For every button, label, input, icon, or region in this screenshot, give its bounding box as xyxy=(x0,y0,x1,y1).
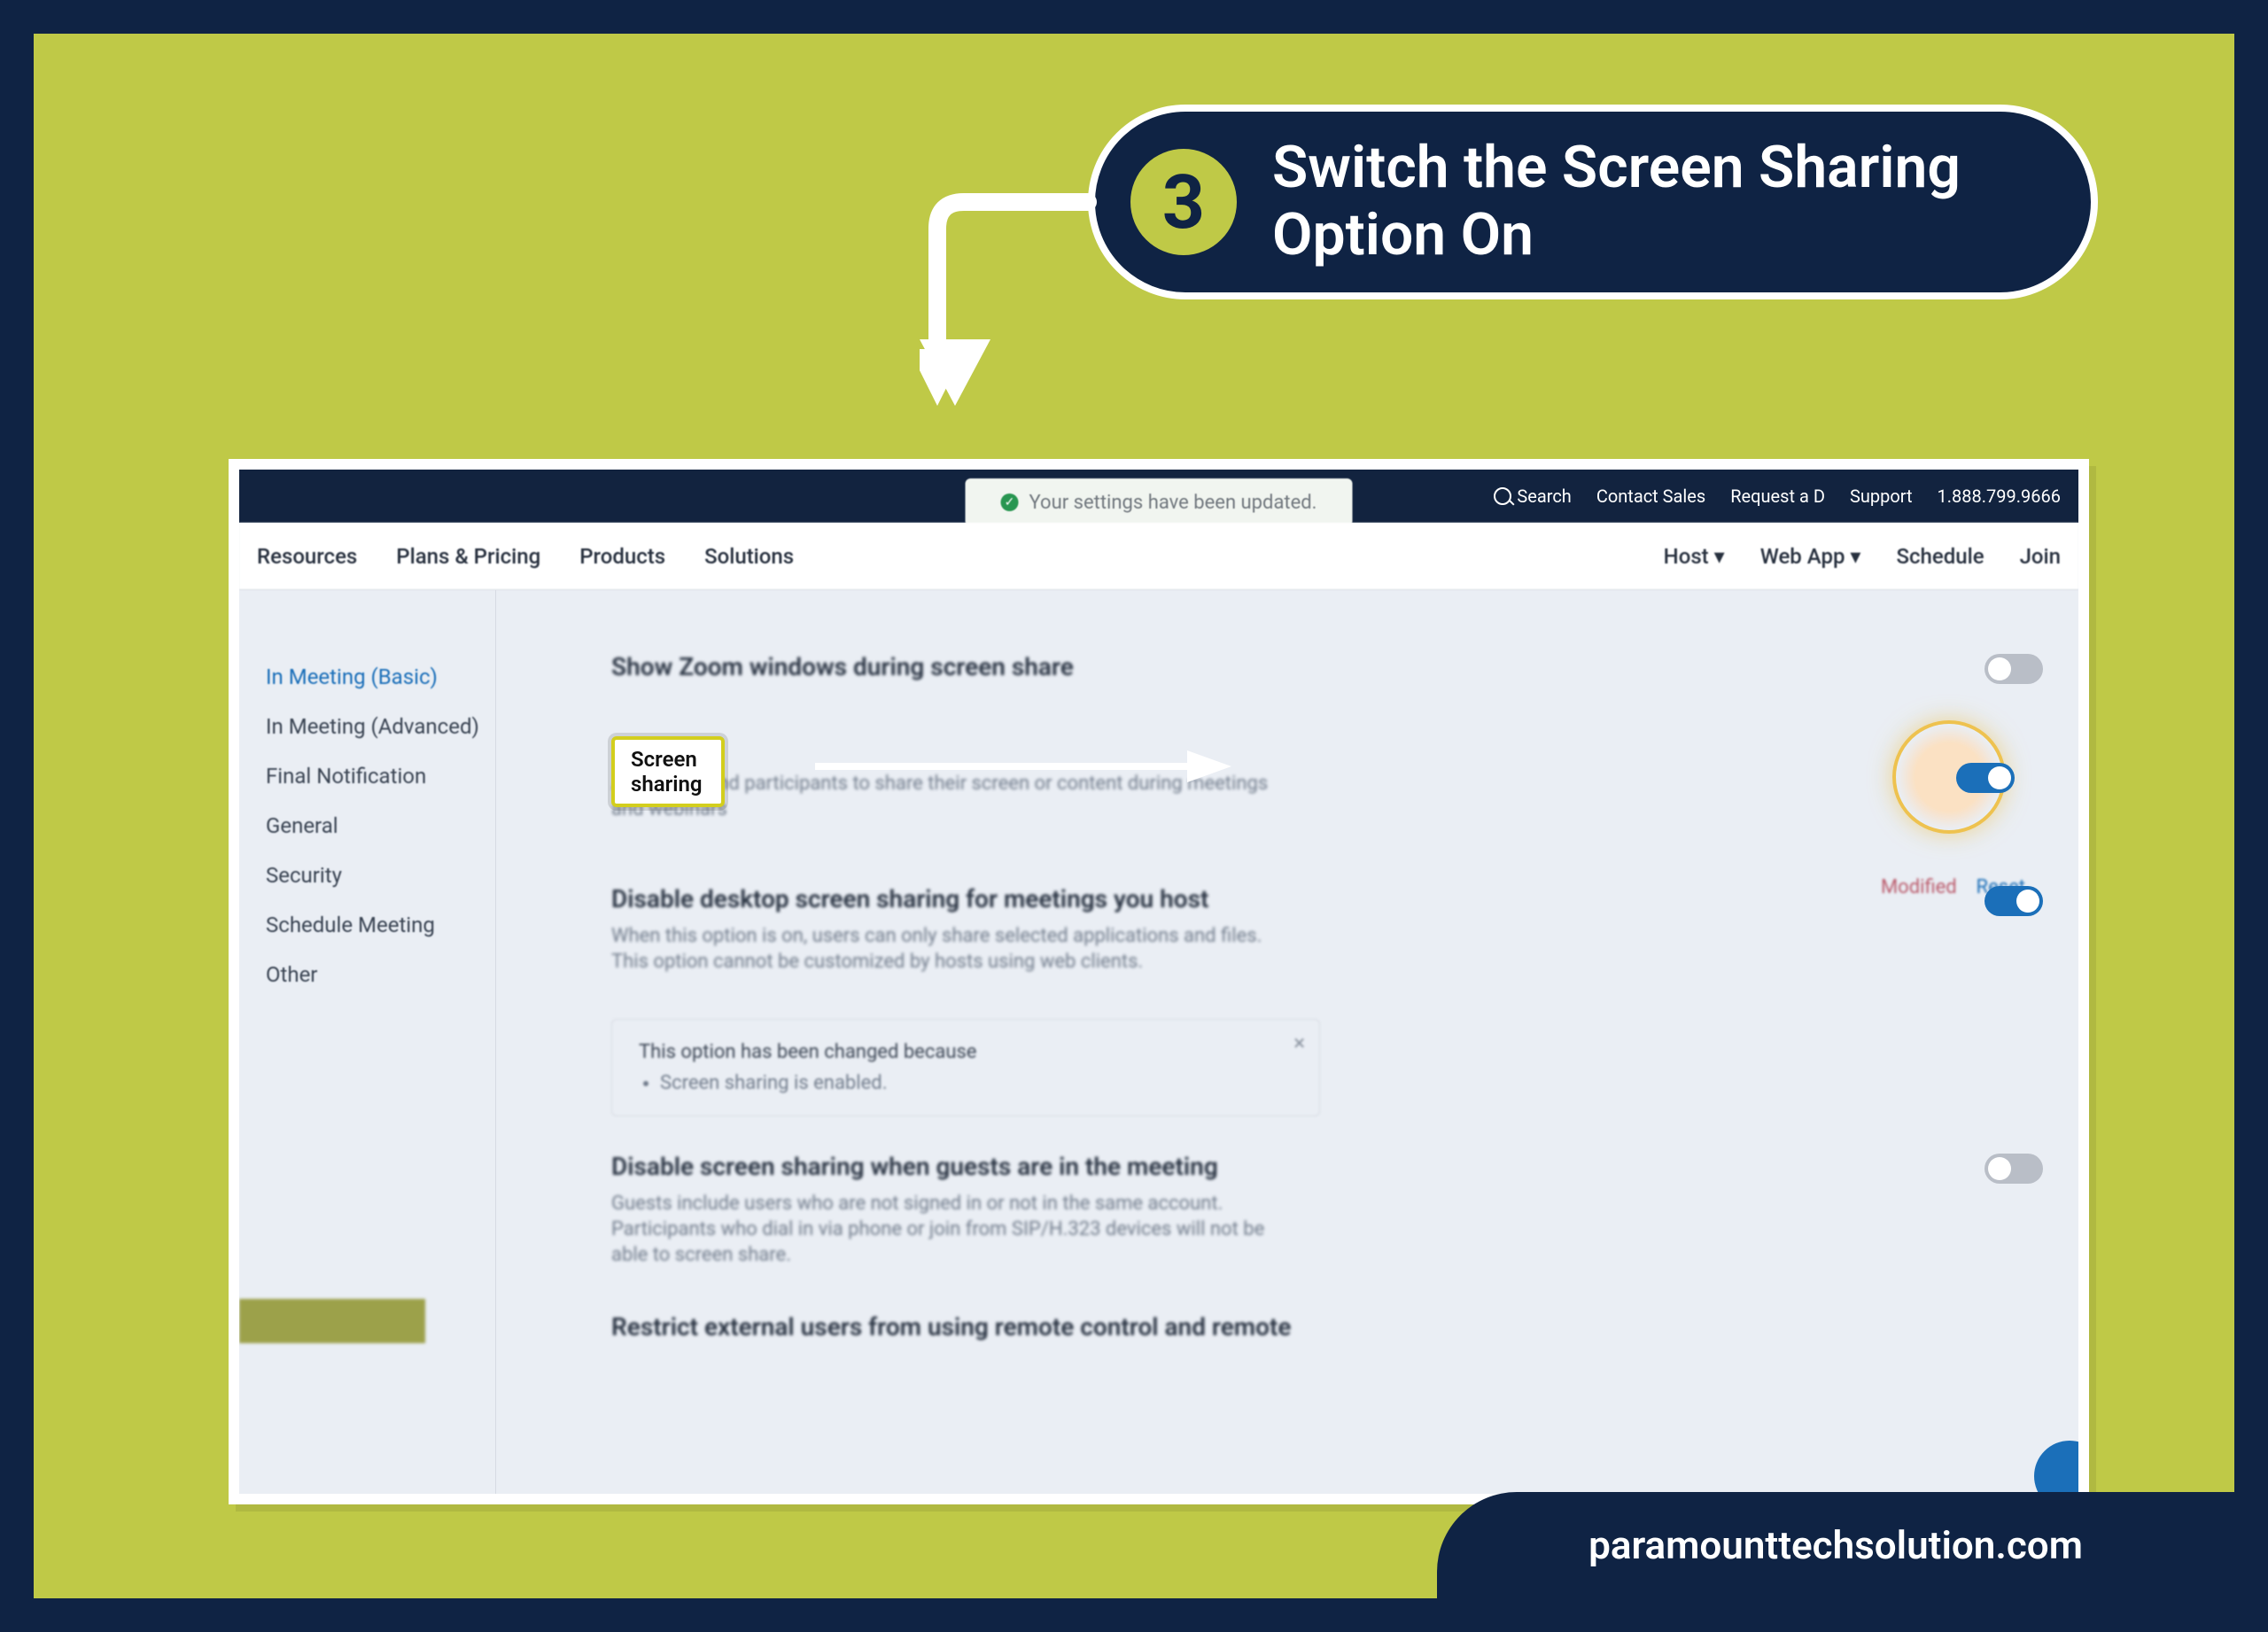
contact-sales-link[interactable]: Contact Sales xyxy=(1596,486,1705,507)
toast-text: Your settings have been updated. xyxy=(1029,492,1317,514)
toggle-disable-desktop-sharing[interactable] xyxy=(1984,886,2043,916)
toggle-screen-sharing[interactable] xyxy=(1956,763,2015,793)
zoom-settings-window: Search Contact Sales Request a D Support… xyxy=(239,470,2078,1494)
option-title: Disable screen sharing when guests are i… xyxy=(611,1152,1949,1181)
nav-web-app[interactable]: Web App ▾ xyxy=(1760,544,1861,569)
chat-bubble-icon[interactable] xyxy=(2034,1441,2078,1494)
nav-products[interactable]: Products xyxy=(579,544,665,569)
option-title: Disable desktop screen sharing for meeti… xyxy=(611,884,1949,913)
nav-solutions[interactable]: Solutions xyxy=(704,544,794,569)
pointer-arrow-icon xyxy=(815,749,1231,784)
sidebar-item-other[interactable]: Other xyxy=(266,950,495,999)
request-demo-link[interactable]: Request a D xyxy=(1730,486,1825,507)
check-icon: ✓ xyxy=(1001,493,1019,511)
changed-bullet: Screen sharing is enabled. xyxy=(660,1072,1293,1094)
nav-schedule[interactable]: Schedule xyxy=(1896,544,1984,569)
settings-sidebar: In Meeting (Basic) In Meeting (Advanced)… xyxy=(239,590,496,1494)
option-screen-sharing: Allow host and participants to share the… xyxy=(611,736,2043,822)
screen-sharing-highlight-label: Screen sharing xyxy=(611,736,725,807)
option-disable-desktop-sharing: Disable desktop screen sharing for meeti… xyxy=(611,884,2043,975)
footer-branding: paramounttechsolution.com xyxy=(1437,1492,2234,1598)
sidebar-indicator xyxy=(239,1299,425,1343)
phone-number[interactable]: 1.888.799.9666 xyxy=(1938,486,2061,507)
screenshot-panel: Search Contact Sales Request a D Support… xyxy=(229,459,2089,1504)
settings-content: Show Zoom windows during screen share Al… xyxy=(496,590,2078,1494)
toggle-show-zoom-windows[interactable] xyxy=(1984,654,2043,684)
nav-plans-pricing[interactable]: Plans & Pricing xyxy=(396,544,540,569)
nav-host[interactable]: Host ▾ xyxy=(1664,544,1725,569)
step-callout: 3 Switch the Screen Sharing Option On xyxy=(1088,105,2098,299)
top-right-links: Search Contact Sales Request a D Support… xyxy=(1494,470,2061,523)
step-instruction: Switch the Screen Sharing Option On xyxy=(1272,135,2091,269)
tutorial-frame: 3 Switch the Screen Sharing Option On Se… xyxy=(34,34,2234,1598)
sidebar-item-notification[interactable]: Final Notification xyxy=(266,751,495,801)
search-label: Search xyxy=(1517,486,1571,507)
option-disable-sharing-guests: Disable screen sharing when guests are i… xyxy=(611,1152,2043,1268)
option-desc: When this option is on, users can only s… xyxy=(611,924,1302,975)
close-icon[interactable]: × xyxy=(1293,1030,1305,1055)
sidebar-item-security[interactable]: Security xyxy=(266,851,495,900)
changed-notice-box: × This option has been changed because S… xyxy=(611,1019,1320,1116)
step-number-badge: 3 xyxy=(1130,149,1237,255)
sidebar-item-in-meeting-basic[interactable]: In Meeting (Basic) xyxy=(266,652,495,702)
sidebar-item-in-meeting-advanced[interactable]: In Meeting (Advanced) xyxy=(266,702,495,751)
option-restrict-external-remote: Restrict external users from using remot… xyxy=(611,1312,2043,1352)
option-desc: Guests include users who are not signed … xyxy=(611,1192,1302,1268)
sidebar-item-schedule-meeting[interactable]: Schedule Meeting xyxy=(266,900,495,950)
option-title: Show Zoom windows during screen share xyxy=(611,652,1949,681)
option-title: Restrict external users from using remot… xyxy=(611,1312,2043,1341)
search-icon xyxy=(1494,487,1511,505)
sidebar-item-general[interactable]: General xyxy=(266,801,495,851)
support-link[interactable]: Support xyxy=(1850,486,1913,507)
nav-join[interactable]: Join xyxy=(2020,544,2061,569)
toggle-disable-sharing-guests[interactable] xyxy=(1984,1154,2043,1184)
nav-resources[interactable]: Resources xyxy=(257,544,357,569)
changed-title: This option has been changed because xyxy=(639,1041,1293,1063)
footer-domain: paramounttechsolution.com xyxy=(1588,1522,2083,1568)
search-link[interactable]: Search xyxy=(1494,486,1571,507)
settings-updated-toast: ✓ Your settings have been updated. xyxy=(966,478,1353,526)
main-nav: Resources Plans & Pricing Products Solut… xyxy=(239,523,2078,590)
option-show-zoom-windows: Show Zoom windows during screen share xyxy=(611,652,2043,692)
callout-arrow-icon xyxy=(920,184,1115,415)
